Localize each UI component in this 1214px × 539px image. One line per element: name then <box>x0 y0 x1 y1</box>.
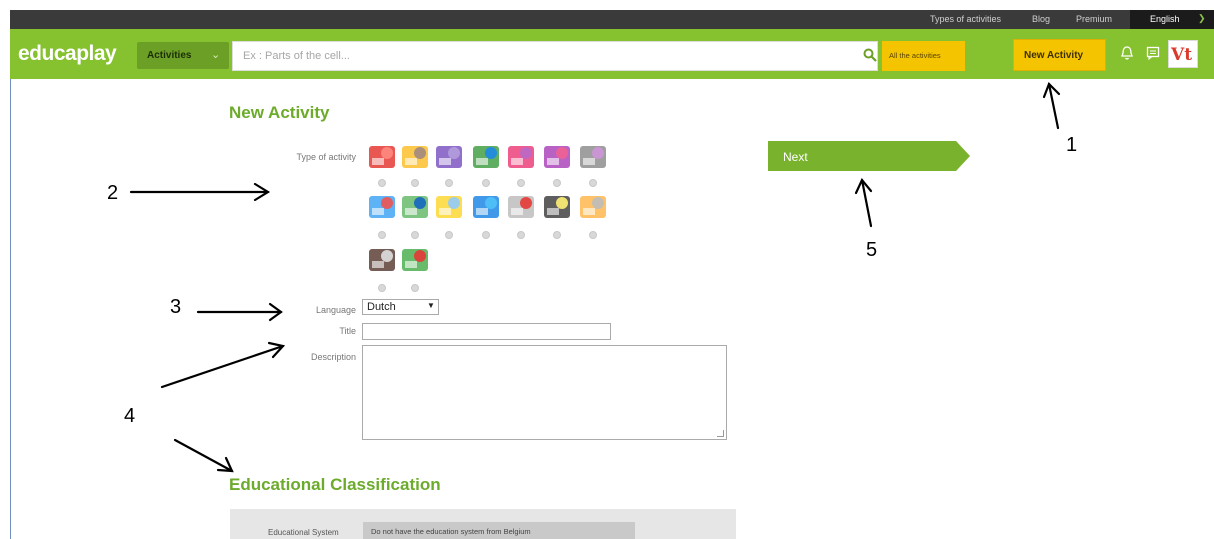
activity-type-radio[interactable] <box>411 231 419 239</box>
bell-icon[interactable] <box>1120 45 1134 61</box>
page-left-border <box>10 79 11 539</box>
annotation-5: 5 <box>866 239 878 261</box>
activity-type-radio[interactable] <box>517 179 525 187</box>
user-avatar[interactable]: Vt <box>1168 40 1198 68</box>
avatar-text: Vt <box>1171 45 1193 65</box>
types-of-activities-link[interactable]: Types of activities <box>930 14 1001 24</box>
title-input[interactable] <box>362 323 611 340</box>
activity-type-radio[interactable] <box>378 179 386 187</box>
search-input[interactable] <box>243 49 823 63</box>
description-textarea[interactable] <box>362 345 727 440</box>
search-icon[interactable] <box>863 48 877 62</box>
riddle-icon[interactable] <box>400 246 430 274</box>
new-activity-button[interactable]: New Activity <box>1013 39 1106 71</box>
educaplay-logo[interactable]: educaplay <box>18 42 117 66</box>
activity-type-radio[interactable] <box>411 179 419 187</box>
main-header: educaplay Activities ⌄ All the activitie… <box>10 29 1214 79</box>
activity-type-radio[interactable] <box>517 231 525 239</box>
next-button[interactable]: Next <box>768 141 970 171</box>
activity-type-radio[interactable] <box>445 179 453 187</box>
chat-icon[interactable] <box>1146 45 1160 61</box>
activity-type-radio[interactable] <box>589 179 597 187</box>
relate-icon[interactable] <box>434 193 464 221</box>
educaplay-page: Types of activities Blog Premium English… <box>0 0 1214 539</box>
top-utility-bar: Types of activities Blog Premium English… <box>10 10 1214 29</box>
activities-label: Activities <box>147 50 192 61</box>
all-activities-label: All the activities <box>889 51 941 60</box>
educational-system-select[interactable]: Do not have the education system from Be… <box>363 522 635 539</box>
annotation-1: 1 <box>1066 134 1078 156</box>
annotation-arrows <box>129 82 1061 473</box>
photo-icon[interactable] <box>367 246 397 274</box>
language-select[interactable]: Dutch ▼ <box>362 299 439 315</box>
title-field-label: Title <box>339 326 356 336</box>
chart-icon[interactable] <box>506 193 536 221</box>
annotation-3: 3 <box>170 296 182 318</box>
search-box <box>232 41 878 71</box>
language-select-value: Dutch <box>367 301 396 313</box>
educational-system-label: Educational System <box>268 528 339 537</box>
dropdown-arrow-icon: ▼ <box>427 301 435 310</box>
chevron-down-icon: ⌄ <box>211 49 221 61</box>
writing-icon[interactable] <box>506 143 536 171</box>
language-selector[interactable]: English ❯ <box>1130 10 1214 29</box>
puzzle-icon[interactable] <box>471 143 501 171</box>
chevron-down-icon: ❯ <box>1198 13 1206 23</box>
activity-type-radio[interactable] <box>445 231 453 239</box>
activity-type-radio[interactable] <box>482 179 490 187</box>
matching-icon[interactable] <box>542 143 572 171</box>
activity-type-radio[interactable] <box>589 231 597 239</box>
video-icon[interactable] <box>542 193 572 221</box>
educational-system-value: Do not have the education system from Be… <box>371 527 531 536</box>
word-search-icon[interactable] <box>434 143 464 171</box>
diagram-icon[interactable] <box>367 193 397 221</box>
annotation-4: 4 <box>124 405 136 427</box>
language-label: English <box>1150 14 1180 24</box>
activity-type-radio[interactable] <box>378 231 386 239</box>
annotation-2: 2 <box>107 182 119 204</box>
new-activity-heading: New Activity <box>229 103 330 122</box>
activities-dropdown-button[interactable]: Activities ⌄ <box>137 42 229 69</box>
new-activity-label: New Activity <box>1024 50 1084 61</box>
columns-icon[interactable] <box>400 193 430 221</box>
quiz-icon[interactable] <box>367 143 397 171</box>
all-activities-button[interactable]: All the activities <box>882 41 965 71</box>
type-of-activity-label: Type of activity <box>296 152 356 162</box>
educational-classification-heading: Educational Classification <box>229 475 441 494</box>
premium-link[interactable]: Premium <box>1076 14 1112 24</box>
next-label: Next <box>783 150 808 164</box>
activity-type-radio[interactable] <box>553 231 561 239</box>
slides-icon[interactable] <box>578 193 608 221</box>
film-strip-icon[interactable] <box>578 143 608 171</box>
language-field-label: Language <box>315 305 356 315</box>
activity-type-radio[interactable] <box>553 179 561 187</box>
crossword-icon[interactable] <box>400 143 430 171</box>
classification-panel: Educational System Do not have the educa… <box>230 509 736 539</box>
activity-type-radio[interactable] <box>482 231 490 239</box>
activity-type-radio[interactable] <box>378 284 386 292</box>
description-field-label: Description <box>310 352 356 362</box>
map-icon[interactable] <box>471 193 501 221</box>
blog-link[interactable]: Blog <box>1032 14 1050 24</box>
activity-type-radio[interactable] <box>411 284 419 292</box>
